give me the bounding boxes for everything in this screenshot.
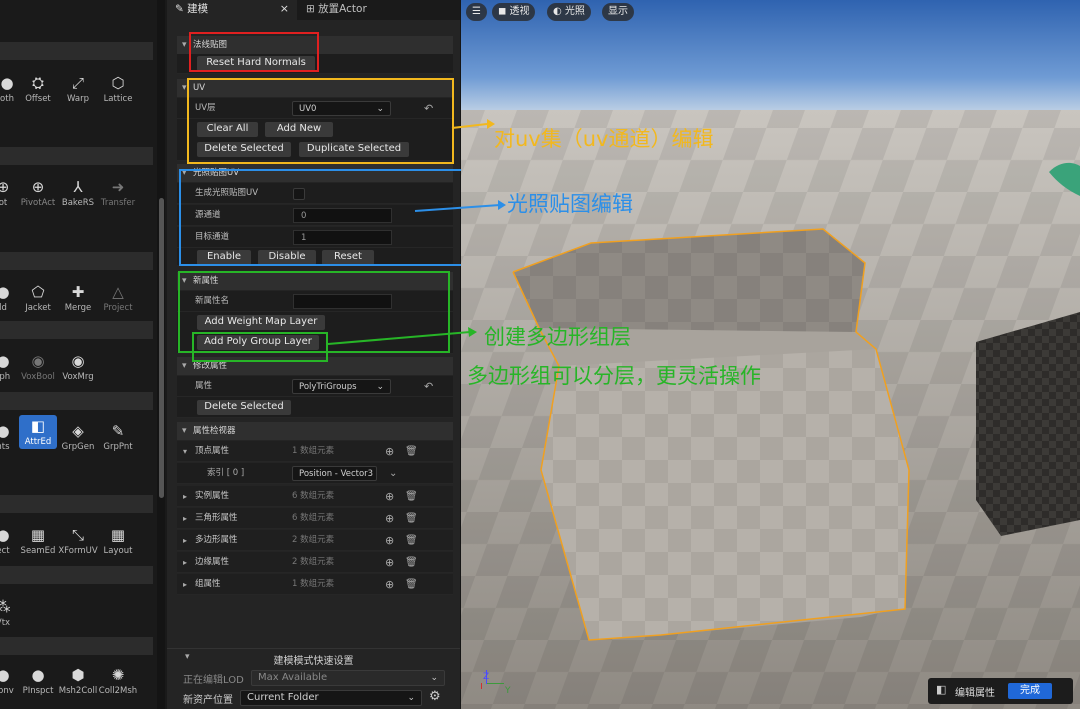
grppnt-icon: ✎: [111, 422, 125, 440]
axis-x-line: [481, 683, 487, 689]
category-attribute-inspector[interactable]: 属性检视器: [177, 422, 453, 440]
viewport[interactable]: ☰ ◼ 透视 ◐ 光照 显示 Z Y: [461, 0, 1080, 709]
tool-layout[interactable]: ▦ Layout: [95, 524, 141, 556]
tool-attred[interactable]: ◧ AttrEd: [19, 415, 57, 449]
done-button[interactable]: 完成: [1008, 683, 1052, 699]
inspector-row-polygon[interactable]: ▸ 多边形属性 2 数组元素 ⊕ 🗑: [177, 530, 453, 551]
modeling-icon: ✎: [175, 3, 188, 15]
inspector-row-edge[interactable]: ▸ 边缘属性 2 数组元素 ⊕ 🗑: [177, 552, 453, 573]
chevron-right-icon: ▸: [183, 492, 188, 501]
lit-button[interactable]: ◐ 光照: [547, 3, 591, 21]
tool-grppnt[interactable]: ✎ GrpPnt: [95, 420, 141, 452]
close-icon[interactable]: ×: [280, 0, 289, 18]
project-icon: △: [112, 283, 124, 301]
tool-voxmrg[interactable]: ◉ VoxMrg: [55, 350, 101, 382]
vtx-icon: ⁂: [0, 596, 26, 618]
axis-y-label: Y: [505, 686, 511, 696]
palette-section-header[interactable]: [0, 495, 153, 513]
place-actor-icon: ⊞: [306, 3, 319, 15]
chevron-right-icon: ▸: [183, 558, 188, 567]
add-element-icon[interactable]: ⊕: [385, 552, 394, 573]
palette-section-header[interactable]: [0, 392, 153, 410]
poly-group-annotation: 创建多边形组层: [484, 325, 631, 349]
chevron-right-icon: ▸: [183, 514, 188, 523]
tool-lattice[interactable]: ⬡ Lattice: [95, 72, 141, 104]
viewport-scene: [461, 0, 1080, 709]
palette-section-header[interactable]: [0, 321, 153, 339]
tab-modeling[interactable]: ✎ 建模 ×: [167, 0, 297, 20]
tab-bar: ✎ 建模 × ⊞ 放置Actor: [167, 0, 460, 20]
uv-annotation: 对uv集（uv通道）编辑: [494, 127, 714, 151]
trash-icon[interactable]: 🗑: [405, 486, 418, 507]
annotation-box-blue: [179, 169, 465, 266]
axis-y-line: [486, 683, 504, 684]
attred-icon: ◧: [30, 417, 46, 435]
tool-project[interactable]: △ Project: [95, 281, 141, 313]
perspective-button[interactable]: ◼ 透视: [492, 3, 536, 21]
chevron-down-icon: ⌄: [407, 693, 415, 703]
chevron-right-icon: ▸: [183, 580, 188, 589]
hamburger-icon: ☰: [472, 6, 481, 17]
inspector-index-row: 索引 [ 0 ] Position - Vector3 ⌄: [177, 463, 453, 484]
reset-to-default-icon[interactable]: ↶: [424, 380, 433, 393]
tool-coll2msh[interactable]: ✺ Coll2Msh: [95, 664, 141, 696]
trash-icon[interactable]: 🗑: [405, 552, 418, 573]
lightmap-annotation: 光照贴图编辑: [507, 192, 633, 216]
palette-scrollbar-thumb[interactable]: [159, 198, 164, 498]
edit-attribute-bar: ◧ 编辑属性 完成: [928, 678, 1073, 704]
viewport-menu-button[interactable]: ☰: [466, 3, 487, 21]
voxmrg-icon: ◉: [71, 352, 85, 370]
index-value-dropdown[interactable]: Position - Vector3: [292, 466, 377, 481]
attribute-editor-icon: ◧: [936, 683, 947, 696]
annotation-box-orange: [187, 78, 454, 164]
poly-group-annotation-detail: 多边形组可以分层，更灵活操作: [467, 364, 761, 388]
inspector-row-group[interactable]: ▸ 组属性 1 数组元素 ⊕ 🗑: [177, 574, 453, 595]
axis-z-line: [486, 670, 487, 684]
add-element-icon[interactable]: ⊕: [385, 508, 394, 529]
layout-icon: ▦: [110, 526, 126, 544]
add-element-icon[interactable]: ⊕: [385, 574, 394, 595]
lattice-icon: ⬡: [111, 74, 125, 92]
trash-icon[interactable]: 🗑: [405, 530, 418, 551]
show-button[interactable]: 显示: [602, 3, 634, 21]
light-icon: ◐: [553, 6, 565, 17]
asset-location-dropdown[interactable]: Current Folder ⌄: [240, 690, 422, 706]
chevron-down-icon: ⌄: [430, 673, 438, 683]
add-element-icon[interactable]: ⊕: [385, 486, 394, 507]
palette-section-header[interactable]: [0, 252, 153, 270]
add-element-icon[interactable]: ⊕: [385, 441, 394, 462]
add-element-icon[interactable]: ⊕: [385, 530, 394, 551]
palette-section-header[interactable]: [0, 637, 153, 655]
palette-section-header[interactable]: [0, 147, 153, 165]
asset-location-label: 新资产位置: [183, 695, 233, 706]
chevron-right-icon: ▸: [183, 536, 188, 545]
trash-icon[interactable]: 🗑: [405, 508, 418, 529]
transfer-icon: ➜: [111, 178, 125, 196]
chevron-down-icon: ⌄: [376, 382, 384, 392]
annotation-box-green-button: [192, 332, 328, 362]
lod-dropdown[interactable]: Max Available ⌄: [251, 670, 445, 686]
cube-icon: ◼: [498, 6, 510, 17]
gear-icon[interactable]: ⚙: [429, 689, 441, 704]
inspector-row-instance[interactable]: ▸ 实例属性 6 数组元素 ⊕ 🗑: [177, 486, 453, 507]
palette-section-header[interactable]: [0, 566, 153, 584]
tool-vtx[interactable]: ⁂Vtx: [0, 596, 26, 628]
tool-transfer[interactable]: ➜ Transfer: [95, 176, 141, 208]
tool-palette: ● oth ⛭ Offset ⤢ Warp ⬡ Lattice ⊕ ot ⊕ PivotAc…: [0, 0, 167, 709]
inspector-row-triangle[interactable]: ▸ 三角形属性 6 数组元素 ⊕ 🗑: [177, 508, 453, 529]
trash-icon[interactable]: 🗑: [405, 574, 418, 595]
tab-place-actor[interactable]: ⊞ 放置Actor: [298, 0, 448, 20]
details-panel: ✎ 建模 × ⊞ 放置Actor 法线贴图 Reset Hard Normals…: [167, 0, 465, 709]
coll2msh-icon: ✺: [111, 666, 125, 684]
trash-icon[interactable]: 🗑: [405, 441, 418, 462]
lod-label: 正在编辑LOD: [183, 675, 244, 686]
attribute-dropdown[interactable]: PolyTriGroups ⌄: [292, 379, 391, 394]
quick-settings-title: 建模模式快速设置: [273, 656, 354, 667]
annotation-box-red: [189, 32, 319, 72]
palette-section-header[interactable]: [0, 42, 153, 60]
inspector-row-vertex[interactable]: ▾ 顶点属性 1 数组元素 ⊕ 🗑: [177, 441, 453, 462]
attr-delete-selected-button[interactable]: Delete Selected: [197, 400, 291, 415]
chevron-down-icon[interactable]: ⌄: [389, 463, 397, 484]
chevron-down-icon: ▾: [183, 447, 188, 456]
